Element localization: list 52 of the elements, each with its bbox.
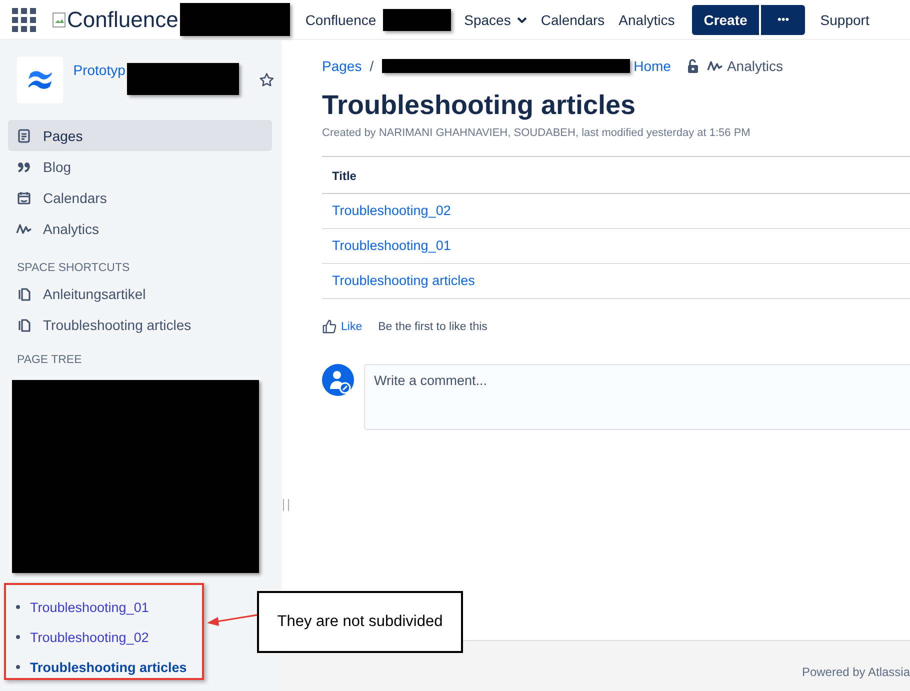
copy-pages-icon <box>16 316 32 332</box>
column-header: Title <box>322 168 910 194</box>
calendar-icon <box>16 190 32 206</box>
nav-dropdown[interactable]: Spaces <box>457 4 534 36</box>
chevron-down-icon <box>516 16 527 22</box>
nav-link[interactable]: Confluence <box>298 4 384 36</box>
resize-handle[interactable] <box>283 499 289 511</box>
logo-text[interactable]: Confluence <box>67 6 178 32</box>
breadcrumb-separator: / <box>370 58 374 74</box>
shortcut-link[interactable]: Anleitungsartikel <box>8 278 272 309</box>
section-heading: SPACE SHORTCUTS <box>16 261 131 276</box>
sidebar-nav-item[interactable]: Pages <box>8 120 272 151</box>
more-button[interactable]: ••• <box>761 4 806 34</box>
page-tree-link[interactable]: Troubleshooting articles <box>30 660 187 674</box>
section-heading: PAGE TREE <box>16 353 83 368</box>
thumbs-up-icon <box>322 319 337 334</box>
star-icon[interactable] <box>258 72 274 88</box>
nav-link[interactable]: Analytics <box>612 4 682 36</box>
bullet-icon <box>16 635 20 639</box>
bullet-icon <box>16 665 20 669</box>
annotation-callout: They are not subdivided <box>257 591 463 653</box>
copy-pages-icon <box>16 286 32 302</box>
nav-link[interactable]: Calendars <box>534 4 612 36</box>
comment-field[interactable]: Write a comment... <box>364 364 910 430</box>
page-link[interactable]: Troubleshooting articles <box>332 273 475 288</box>
page-tree-link[interactable]: Troubleshooting_01 <box>30 600 149 614</box>
user-avatar-icon <box>322 364 354 396</box>
like-button[interactable]: Like <box>322 319 362 334</box>
analytics-link[interactable]: Analytics <box>706 58 783 74</box>
sidebar-nav-item[interactable]: Blog <box>8 151 272 182</box>
analytics-icon <box>706 58 723 74</box>
breadcrumb-link[interactable]: Pages <box>322 58 362 74</box>
broken-image-icon <box>52 12 66 28</box>
page-link[interactable]: Troubleshooting_02 <box>332 203 451 218</box>
sidebar-nav-item[interactable]: Calendars <box>8 182 272 213</box>
shortcut-link[interactable]: Troubleshooting articles <box>8 309 272 340</box>
space-logo-icon <box>17 56 64 104</box>
support-link[interactable]: Support <box>813 4 876 36</box>
annotation-arrow <box>206 612 258 628</box>
page-icon <box>16 128 32 144</box>
app-switcher-icon[interactable] <box>12 8 36 32</box>
breadcrumb-link[interactable]: Home <box>634 58 671 74</box>
footer-text: Powered by Atlassia <box>802 665 910 679</box>
page-tree-link[interactable]: Troubleshooting_02 <box>30 630 149 644</box>
space-name[interactable]: Prototyp <box>73 62 126 78</box>
create-button[interactable]: Create <box>692 4 760 34</box>
page-link[interactable]: Troubleshooting_01 <box>332 238 451 253</box>
page-byline: Created by NARIMANI GHAHNAVIEH, SOUDABEH, last modified yesterday at 1:56 PM <box>322 127 910 157</box>
like-status-text: Be the first to like this <box>378 320 488 332</box>
bullet-icon <box>16 605 20 609</box>
page-title: Troubleshooting articles <box>322 90 637 121</box>
sidebar-nav-item[interactable]: Analytics <box>8 213 272 244</box>
